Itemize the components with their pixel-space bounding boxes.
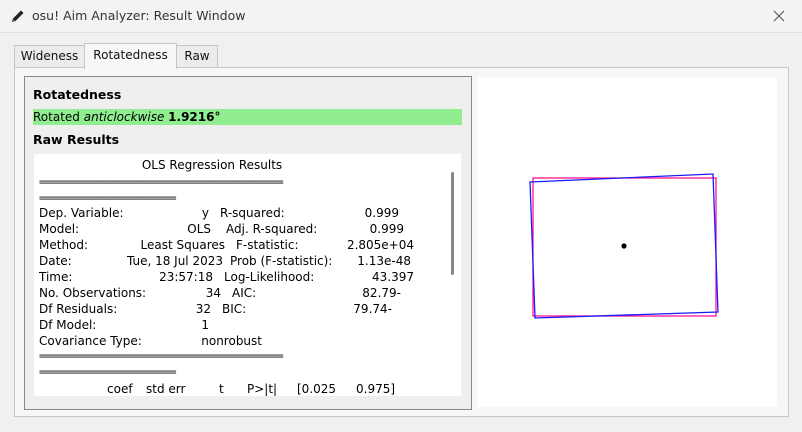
row-stat-value: -82.79 — [362, 286, 401, 300]
row-stat-label: R-squared: — [220, 206, 285, 220]
window-title: osu! Aim Analyzer: Result Window — [32, 8, 246, 23]
row-label: Df Residuals: — [39, 302, 118, 316]
row-stat-value: -79.74 — [353, 302, 392, 316]
row-stat-value: 43.397 — [372, 270, 414, 284]
separator-line: ========================================… — [39, 351, 284, 362]
row-stat-label: Adj. R-squared: — [226, 222, 318, 236]
row-stat-value: 0.999 — [364, 206, 399, 220]
row-value: 34 — [205, 286, 221, 300]
separator-line: ============================ — [39, 193, 177, 204]
separator-line: ========================================… — [39, 177, 284, 188]
coef-header-upper: 0.975] — [356, 382, 396, 396]
rotation-direction: anticlockwise — [83, 110, 165, 124]
rotation-prefix: Rotated — [33, 110, 80, 124]
raw-results-heading: Raw Results — [33, 132, 120, 147]
separator-line: ============================ — [39, 367, 177, 378]
row-label: Model: — [39, 222, 80, 236]
scrollbar-thumb[interactable] — [451, 172, 454, 275]
row-stat-label: Log-Likelihood: — [224, 270, 315, 284]
tab-rotatedness[interactable]: Rotatedness — [84, 43, 177, 69]
rotation-diagram-canvas — [478, 77, 777, 407]
tab-wideness[interactable]: Wideness — [14, 45, 85, 67]
results-panel: Rotatedness Rotated anticlockwise 1.9216… — [24, 76, 472, 410]
row-value: nonrobust — [201, 334, 262, 348]
row-label: Df Model: — [39, 318, 97, 332]
row-label: Method: — [39, 238, 89, 252]
row-value: 23:57:18 — [159, 270, 213, 284]
title-bar: osu! Aim Analyzer: Result Window — [0, 0, 802, 33]
row-value: Least Squares — [140, 238, 225, 252]
row-stat-label: Prob (F-statistic): — [230, 254, 333, 268]
ols-header: OLS Regression Results — [141, 158, 283, 172]
pencil-icon — [12, 10, 24, 22]
coef-header-lower: [0.025 — [297, 382, 337, 396]
vertical-scrollbar[interactable] — [445, 154, 461, 396]
row-stat-label: F-statistic: — [236, 238, 299, 252]
row-value: 1 — [201, 318, 209, 332]
row-value: Tue, 18 Jul 2023 — [126, 254, 223, 268]
row-label: Covariance Type: — [39, 334, 142, 348]
row-label: Date: — [39, 254, 72, 268]
center-point — [621, 243, 627, 249]
coef-header-coef: coef — [107, 382, 133, 396]
row-label: No. Observations: — [39, 286, 147, 300]
coef-header-p: P>|t| — [247, 382, 278, 396]
rotatedness-heading: Rotatedness — [33, 87, 122, 102]
row-stat-value: 0.999 — [369, 222, 404, 236]
coef-header-t: t — [219, 382, 224, 396]
row-value: y — [201, 206, 209, 220]
rotation-result-bar: Rotated anticlockwise 1.9216° — [33, 109, 462, 125]
row-label: Time: — [39, 270, 73, 284]
row-stat-value: 1.13e-48 — [357, 254, 411, 268]
coef-header-stderr: std err — [146, 382, 186, 396]
close-button[interactable] — [756, 0, 802, 31]
tab-raw[interactable]: Raw — [176, 45, 218, 67]
row-stat-value: 2.805e+04 — [346, 238, 414, 252]
row-value: OLS — [187, 222, 211, 236]
row-label: Dep. Variable: — [39, 206, 124, 220]
rotation-angle: 1.9216° — [168, 110, 221, 124]
row-stat-label: BIC: — [222, 302, 247, 316]
rotation-diagram — [529, 173, 719, 319]
close-icon — [773, 10, 785, 21]
row-value: 32 — [195, 302, 211, 316]
row-stat-label: AIC: — [232, 286, 257, 300]
ols-results-text[interactable]: OLS Regression Results =================… — [34, 154, 461, 396]
